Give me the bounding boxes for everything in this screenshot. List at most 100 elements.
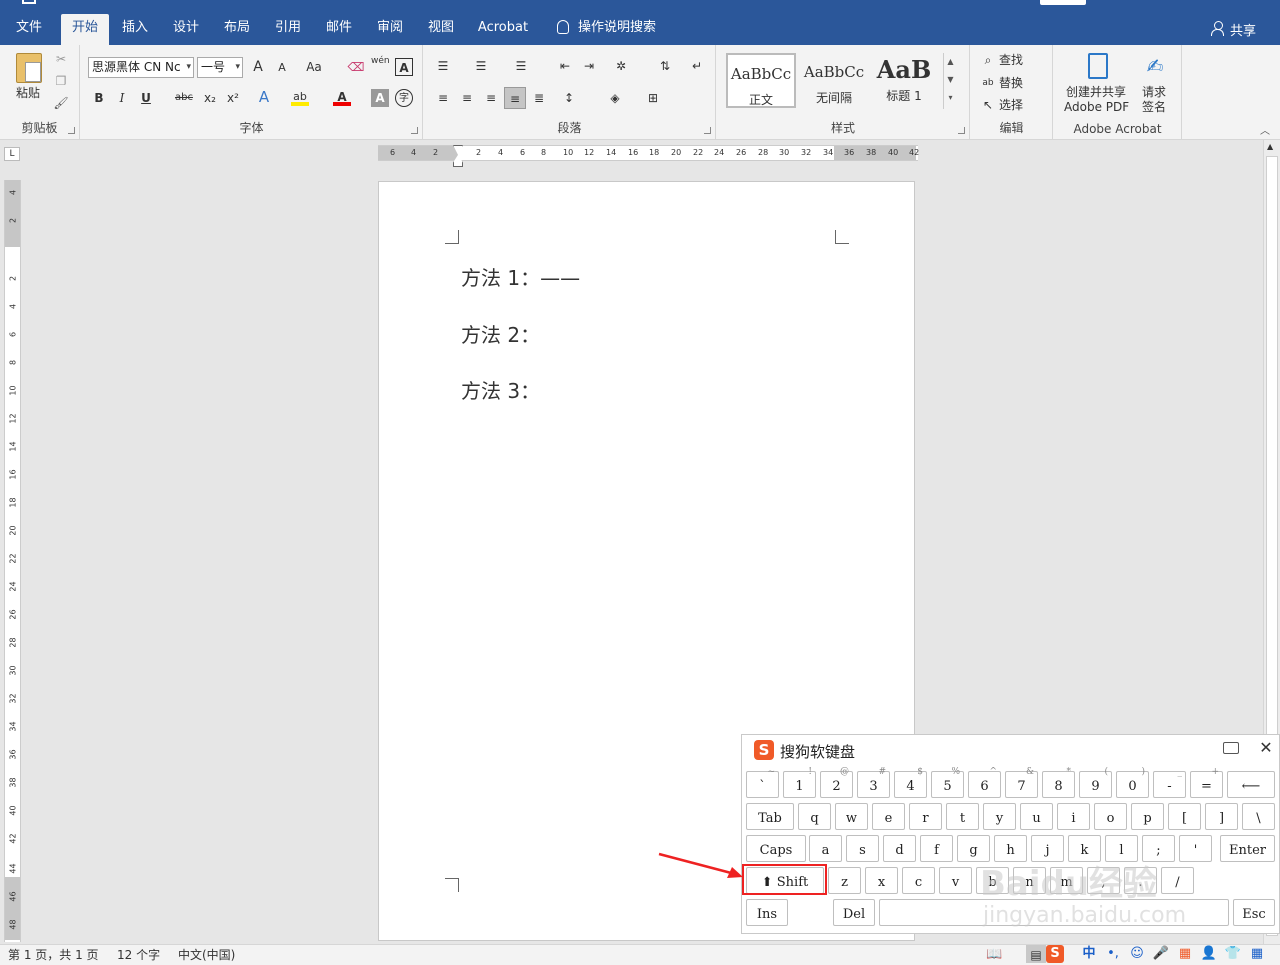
increase-indent-icon[interactable]: ⇥ — [580, 57, 598, 75]
font-name-combo[interactable]: 思源黑体 CN Nc — [88, 57, 194, 78]
styles-scroll[interactable]: ▲ ▼ ▾ — [943, 53, 957, 109]
language-status[interactable]: 中文(中国) — [178, 945, 235, 965]
ime-mode-toggle[interactable]: 中 — [1080, 945, 1098, 963]
key-backtick[interactable]: ` ~ — [746, 767, 779, 798]
change-case-button[interactable]: Aa — [301, 58, 327, 76]
font-color-icon[interactable]: A — [333, 88, 351, 106]
delete-key[interactable]: Del — [833, 899, 875, 926]
key-a[interactable]: a — [809, 835, 842, 862]
key-7[interactable]: 7 & — [1005, 767, 1038, 798]
find-button[interactable]: 查找 — [999, 52, 1023, 68]
create-share-label[interactable]: 创建并共享 — [1066, 84, 1126, 100]
align-center-icon[interactable]: ≡ — [458, 89, 476, 107]
backspace-key[interactable]: ⟵ — [1227, 771, 1275, 798]
justify-icon[interactable]: ≡ — [504, 87, 526, 109]
key-1[interactable]: 1! — [783, 767, 816, 798]
key-e[interactable]: e — [872, 803, 905, 830]
key-rbracket[interactable]: ] — [1205, 803, 1238, 830]
key-v[interactable]: v — [939, 867, 972, 894]
superscript-button[interactable]: x² — [224, 89, 242, 107]
enter-key[interactable]: Enter — [1220, 835, 1275, 862]
enclose-character-icon[interactable]: 字 — [395, 89, 413, 107]
tab-acrobat[interactable]: Acrobat — [472, 14, 534, 45]
tab-selector[interactable]: L — [4, 147, 20, 161]
tab-view[interactable]: 视图 — [418, 14, 464, 45]
key-2[interactable]: 2 @ — [820, 767, 853, 798]
bold-button[interactable]: B — [90, 89, 108, 107]
phonetic-guide-button[interactable]: wén — [371, 56, 390, 74]
key-quote[interactable]: ' — [1179, 835, 1212, 862]
clear-format-icon[interactable]: ⌫ — [347, 58, 365, 76]
tab-home[interactable]: 开始 — [61, 14, 109, 45]
read-mode-icon[interactable]: 📖 — [986, 945, 1002, 965]
skin-icon[interactable]: 👕 — [1224, 945, 1242, 963]
emoji-icon[interactable]: ☺ — [1128, 945, 1146, 963]
key-backslash[interactable]: \ — [1242, 803, 1275, 830]
asian-layout-icon[interactable]: ✲ — [612, 57, 630, 75]
key-9[interactable]: 9( — [1079, 767, 1112, 798]
horizontal-ruler[interactable]: 6 4 2 2 4 6 8 10 12 14 16 18 20 22 24 26 28 30 32 34 36 38 40 4… — [378, 145, 919, 167]
styles-launcher[interactable] — [958, 127, 965, 134]
key-x[interactable]: x — [865, 867, 898, 894]
page-count[interactable]: 第 1 页，共 1 页 — [8, 945, 99, 965]
document-line-1[interactable]: 方法 1：—— — [461, 262, 580, 291]
user-icon[interactable]: 👤 — [1200, 945, 1218, 963]
tab-design[interactable]: 设计 — [163, 14, 209, 45]
select-button[interactable]: 选择 — [999, 97, 1023, 113]
align-right-icon[interactable]: ≡ — [482, 89, 500, 107]
key-u[interactable]: u — [1020, 803, 1053, 830]
word-count[interactable]: 12 个字 — [117, 945, 160, 965]
align-left-icon[interactable]: ≡ — [434, 89, 452, 107]
key-8[interactable]: 8 * — [1042, 767, 1075, 798]
shading-icon[interactable]: ◈ — [606, 89, 624, 107]
key-p[interactable]: p — [1131, 803, 1164, 830]
save-icon[interactable] — [22, 0, 36, 4]
create-share-label2[interactable]: Adobe PDF — [1064, 99, 1129, 115]
font-launcher[interactable] — [411, 127, 418, 134]
key-4[interactable]: 4 $ — [894, 767, 927, 798]
character-shading-icon[interactable]: A — [371, 89, 389, 107]
tab-references[interactable]: 引用 — [265, 14, 311, 45]
borders-icon[interactable]: ⊞ — [644, 89, 662, 107]
request-label2[interactable]: 签名 — [1142, 99, 1166, 115]
vertical-ruler[interactable]: 4 2 2 4 6 8 10 12 14 16 18 20 22 24 26 28 30 32 34 36 38 40 42… — [4, 180, 21, 942]
tab-insert[interactable]: 插入 — [112, 14, 158, 45]
keyboard-menu-icon[interactable] — [1223, 742, 1239, 754]
escape-key[interactable]: Esc — [1233, 899, 1275, 926]
collapse-ribbon-icon[interactable]: ︿ — [1260, 122, 1270, 137]
key-r[interactable]: r — [909, 803, 942, 830]
replace-button[interactable]: 替换 — [999, 75, 1023, 91]
key-f[interactable]: f — [920, 835, 953, 862]
tab-layout[interactable]: 布局 — [214, 14, 260, 45]
font-size-combo[interactable]: 一号 — [197, 57, 243, 78]
tab-review[interactable]: 审阅 — [367, 14, 413, 45]
key-equals[interactable]: = + — [1190, 767, 1223, 798]
numbering-icon[interactable]: ☰ — [472, 57, 490, 75]
tab-key[interactable]: Tab — [746, 803, 794, 830]
toolbox-icon[interactable]: ▦ — [1248, 945, 1266, 963]
key-o[interactable]: o — [1094, 803, 1127, 830]
italic-button[interactable]: I — [113, 89, 131, 107]
distributed-icon[interactable]: ≣ — [530, 89, 548, 107]
style-no-spacing[interactable]: AaBbCc 无间隔 — [799, 53, 869, 108]
paragraph-launcher[interactable] — [704, 127, 711, 134]
bullets-icon[interactable]: ☰ — [434, 57, 452, 75]
key-d[interactable]: d — [883, 835, 916, 862]
soft-keyboard-icon[interactable]: ▦ — [1176, 945, 1194, 963]
key-slash[interactable]: / — [1161, 867, 1194, 894]
caps-lock-key[interactable]: Caps — [746, 835, 806, 862]
request-label[interactable]: 请求 — [1142, 84, 1166, 100]
key-t[interactable]: t — [946, 803, 979, 830]
paste-button[interactable]: 粘贴 — [16, 85, 40, 101]
key-3[interactable]: 3 # — [857, 767, 890, 798]
key-6[interactable]: 6 ^ — [968, 767, 1001, 798]
highlight-color-icon[interactable]: ab — [291, 88, 309, 106]
share-button[interactable]: 共享 — [1230, 20, 1256, 39]
underline-button[interactable]: U — [137, 89, 155, 107]
character-border-button[interactable]: A — [395, 58, 413, 76]
cut-icon[interactable]: ✂ — [52, 50, 70, 68]
close-icon[interactable]: ✕ — [1257, 739, 1275, 757]
sort-icon[interactable]: ⇅ — [656, 57, 674, 75]
account-button[interactable] — [1040, 0, 1086, 5]
key-z[interactable]: z — [828, 867, 861, 894]
